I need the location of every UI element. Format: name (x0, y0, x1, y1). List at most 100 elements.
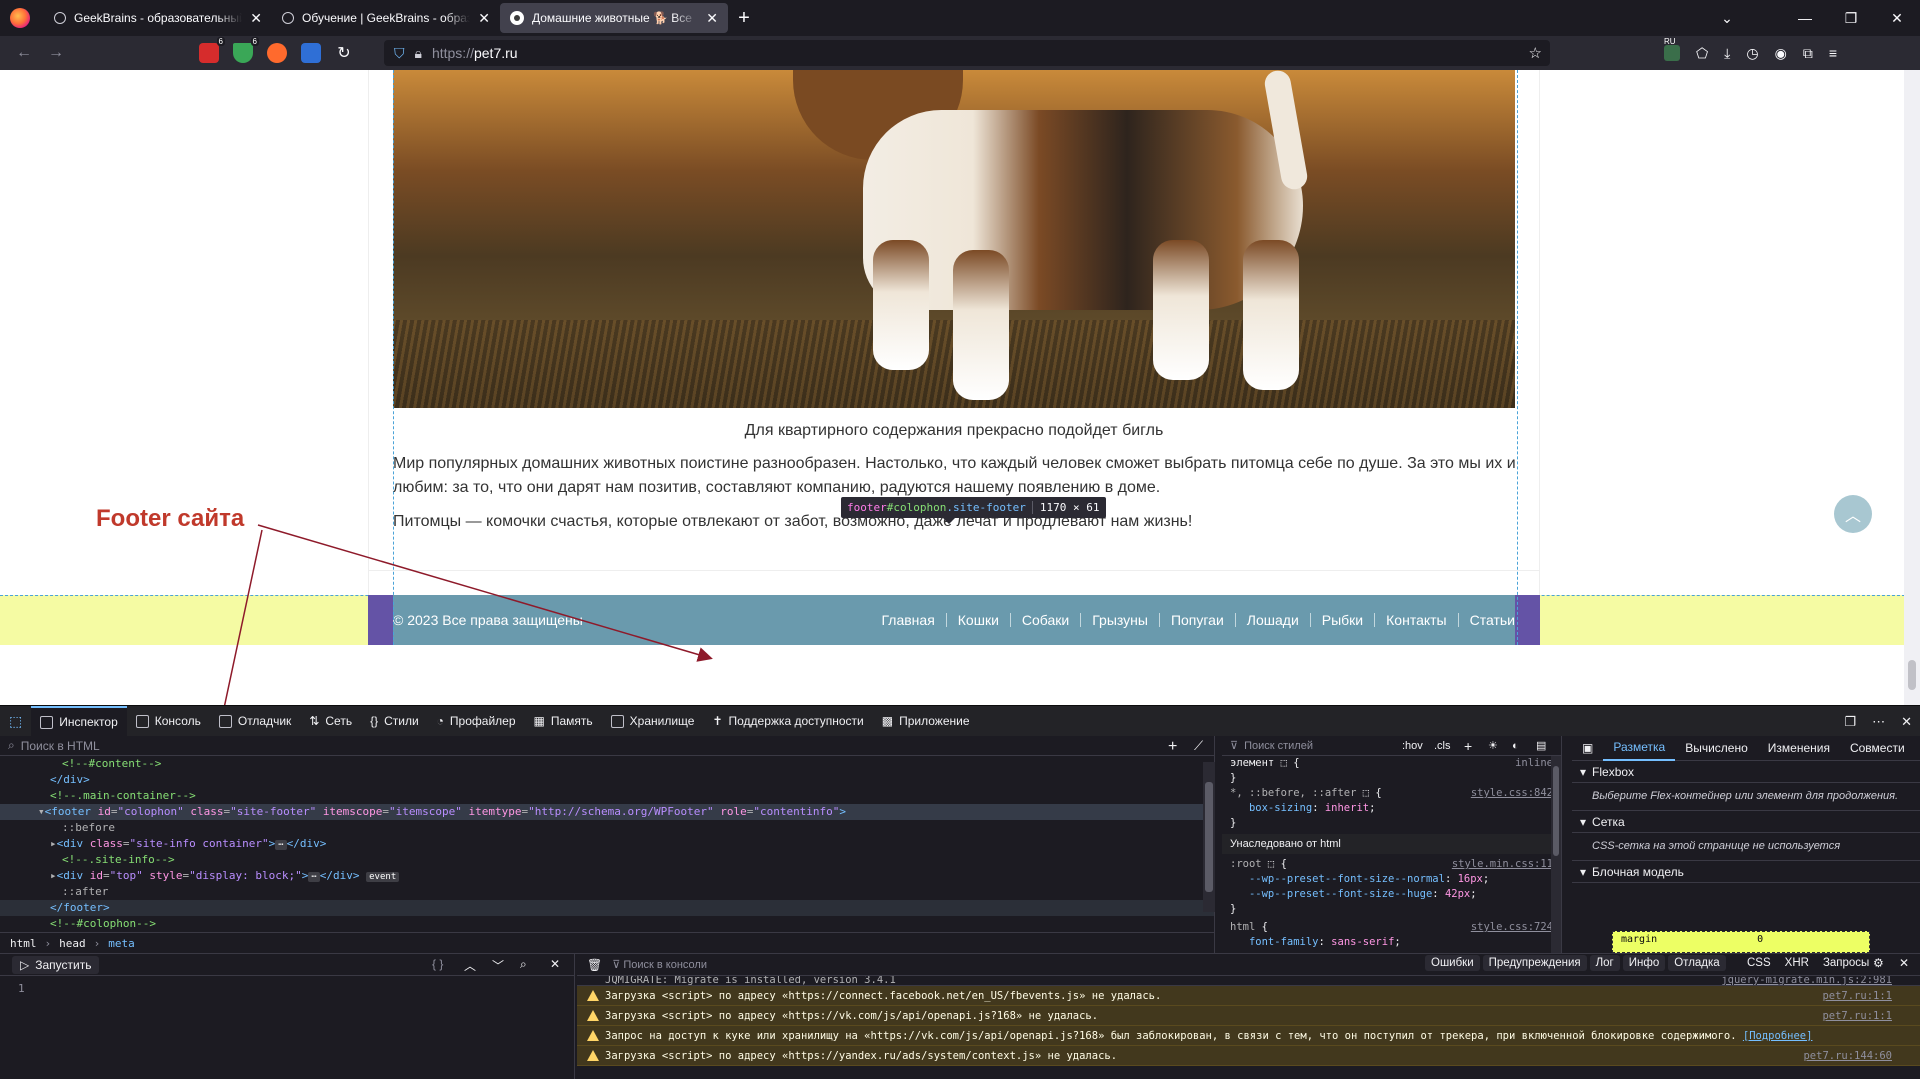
close-devtools-icon[interactable]: ✕ (1901, 714, 1912, 730)
rule-source-link[interactable]: style.css:724 (1471, 920, 1553, 935)
extension-adblock-icon[interactable]: 6 (199, 37, 225, 63)
shield-icon[interactable]: ⛉ (394, 45, 405, 62)
css-property[interactable]: --wp--preset--font-size--huge (1249, 888, 1432, 900)
box-model-section-header[interactable]: ▾ Блочная модель (1572, 861, 1920, 883)
markup-line[interactable]: <!--#colophon--> (0, 916, 1214, 932)
tab-accessibility[interactable]: ✝ Поддержка доступности (703, 706, 872, 737)
list-all-tabs-icon[interactable]: ⌄ (1704, 0, 1750, 36)
tab-styles[interactable]: {} Стили (361, 706, 428, 737)
bookmark-star-icon[interactable]: ☆ (1529, 44, 1542, 62)
language-extension-icon[interactable]: RU (1664, 37, 1680, 61)
filter-logs[interactable]: Лог (1589, 955, 1620, 971)
tab-geekbrains-learning[interactable]: Обучение | GeekBrains - образ ✕ (272, 3, 500, 33)
learn-more-link[interactable]: [Подробнее] (1743, 1030, 1813, 1042)
scroll-to-top-button[interactable]: ︿ (1834, 495, 1872, 533)
dock-icon[interactable]: ❐ (1844, 714, 1856, 730)
styles-scrollbar[interactable] (1551, 756, 1561, 953)
markup-line[interactable]: ▸<div class="site-info container"> ⋯ </div… (0, 836, 1214, 852)
page-scrollbar[interactable] (1904, 70, 1920, 705)
css-property[interactable]: box-sizing (1249, 802, 1312, 814)
url-bar[interactable]: ⛉ 🔒︎ https://pet7.ru ☆ (384, 40, 1550, 66)
message-source-link[interactable]: pet7.ru:1:1 (1818, 989, 1892, 1002)
margin-value[interactable]: 0 (1757, 934, 1763, 950)
markup-line[interactable]: ▸<div id="top" style="display: block;"> ⋯… (0, 868, 1214, 884)
filter-errors[interactable]: Ошибки (1425, 955, 1480, 971)
firefox-logo-icon[interactable] (10, 8, 30, 28)
tab-compatibility[interactable]: Совмести (1840, 736, 1915, 761)
back-button[interactable]: ← (8, 39, 40, 67)
extension-duckduckgo-icon[interactable] (267, 43, 287, 63)
tab-changes[interactable]: Изменения (1758, 736, 1840, 761)
tab-computed[interactable]: Вычислено (1675, 736, 1758, 761)
eyedropper-icon[interactable]: ⟋ (1194, 738, 1203, 754)
tab-close-icon[interactable]: ✕ (478, 10, 490, 27)
grid-section-header[interactable]: ▾ Сетка (1572, 811, 1920, 833)
tab-profiler[interactable]: ◔ Профайлер (428, 706, 525, 737)
print-icon[interactable]: ▤ (1536, 739, 1546, 752)
run-button[interactable]: ▷ Запустить (12, 955, 100, 974)
tab-storage[interactable]: Хранилище (602, 706, 704, 737)
history-icon[interactable]: ◷ (1746, 45, 1758, 62)
pretty-print-icon[interactable]: { } (432, 957, 443, 971)
markup-line[interactable]: ::after (0, 884, 1214, 900)
markup-line[interactable]: <!--.site-info--> (0, 852, 1214, 868)
css-property[interactable]: --wp--preset--font-size--normal (1249, 873, 1445, 885)
message-source-link[interactable]: jquery-migrate.min.js:2:981 (1717, 976, 1892, 985)
filter-css[interactable]: CSS (1747, 957, 1771, 969)
css-value[interactable]: inherit (1325, 802, 1369, 814)
scrollbar-thumb[interactable] (1908, 660, 1916, 690)
markup-line[interactable]: <!--#content--> (0, 756, 1214, 772)
breadcrumb-item[interactable]: head (59, 937, 86, 950)
tab-pets[interactable]: Домашние животные 🐕 Все ✕ (500, 3, 728, 33)
lock-icon[interactable]: 🔒︎ (415, 45, 422, 62)
forward-button[interactable]: → (40, 39, 72, 67)
markup-line[interactable]: </footer> (0, 900, 1214, 916)
reload-button[interactable]: ↻ (328, 39, 360, 67)
menu-icon[interactable]: ≡ (1829, 45, 1837, 61)
markup-line[interactable]: <!--.main-container--> (0, 788, 1214, 804)
search-history-icon[interactable]: ⌕ (520, 957, 527, 972)
cls-toggle[interactable]: .cls (1434, 740, 1451, 752)
account-icon[interactable]: ◉ (1775, 45, 1787, 62)
dark-theme-icon[interactable]: ◐ (1512, 740, 1519, 752)
tab-close-icon[interactable]: ✕ (706, 10, 718, 27)
extensions-icon[interactable]: ⧉ (1803, 45, 1813, 62)
downloads-icon[interactable]: ⤓ (1724, 45, 1730, 62)
tab-inspector[interactable]: Инспектор (31, 705, 127, 737)
markup-scrollbar[interactable] (1203, 762, 1215, 912)
markup-line[interactable]: </div> (0, 772, 1214, 788)
tab-application[interactable]: ▩ Приложение (873, 706, 979, 737)
filter-debug[interactable]: Отладка (1668, 955, 1726, 971)
tab-memory[interactable]: ▦ Память (525, 706, 602, 737)
history-up-icon[interactable]: ︿ (464, 957, 476, 974)
message-source-link[interactable]: pet7.ru:1:1 (1818, 1009, 1892, 1022)
css-value[interactable]: 42px (1445, 888, 1470, 900)
filter-xhr[interactable]: XHR (1785, 957, 1809, 969)
close-window-button[interactable]: ✕ (1874, 0, 1920, 36)
markup-line-footer[interactable]: ▾<footer id="colophon" class="site-foote… (0, 804, 1214, 820)
minimize-button[interactable]: — (1782, 0, 1828, 36)
close-editor-icon[interactable]: ✕ (550, 957, 560, 971)
breadcrumb-item[interactable]: meta (108, 937, 135, 950)
extension-translate-icon[interactable] (301, 43, 321, 63)
css-property[interactable]: font-family (1249, 936, 1319, 948)
filter-warnings[interactable]: Предупреждения (1482, 955, 1587, 971)
sidebar-toggle-icon[interactable]: ▣ (1572, 736, 1603, 761)
tab-network[interactable]: ⇅ Сеть (300, 706, 361, 737)
hov-toggle[interactable]: :hov (1402, 740, 1423, 752)
add-node-icon[interactable]: + (1168, 738, 1177, 756)
rule-source-link[interactable]: style.css:842 (1471, 786, 1553, 801)
console-settings-icon[interactable]: ⚙ (1873, 956, 1884, 970)
styles-search-input[interactable]: ⊽ Поиск стилей :hov .cls + ☀ ◐ ▤ (1222, 736, 1561, 756)
message-source-link[interactable]: pet7.ru:144:60 (1799, 1049, 1892, 1062)
css-value[interactable]: sans-serif (1331, 936, 1394, 948)
tab-close-icon[interactable]: ✕ (250, 10, 262, 27)
css-value[interactable]: 16px (1458, 873, 1483, 885)
tab-debugger[interactable]: Отладчик (210, 706, 300, 737)
trash-icon[interactable]: 🗑︎ (587, 958, 602, 972)
restore-button[interactable]: ❐ (1828, 0, 1874, 36)
tab-layout[interactable]: Разметка (1603, 736, 1676, 761)
pick-element-button[interactable]: ⬚ (0, 706, 31, 737)
close-console-icon[interactable]: ✕ (1899, 956, 1909, 970)
rule-source-link[interactable]: style.min.css:11 (1452, 857, 1553, 872)
